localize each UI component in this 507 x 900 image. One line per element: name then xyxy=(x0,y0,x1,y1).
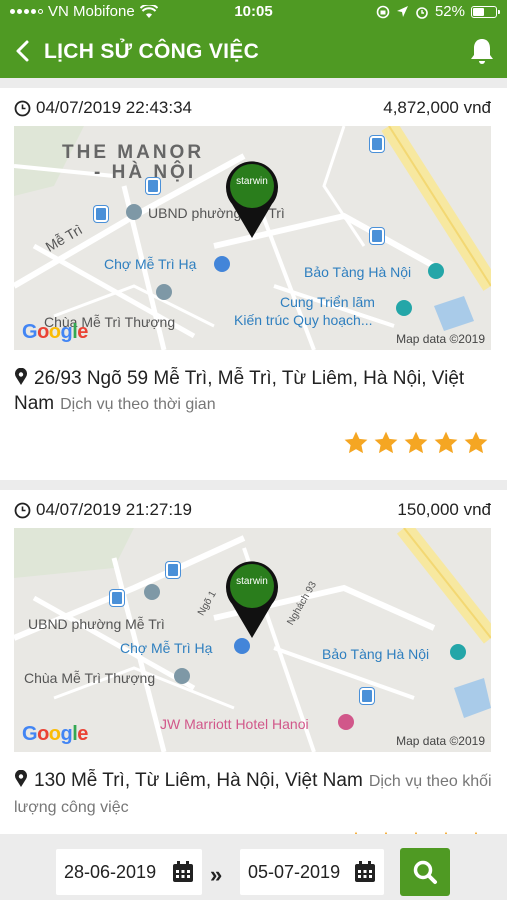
star-icon xyxy=(344,431,368,454)
from-date-field[interactable]: 28-06-2019 xyxy=(56,849,202,895)
alarm-icon xyxy=(416,6,428,19)
google-logo: Google xyxy=(22,321,88,343)
date-filter-bar: 28-06-2019 » 05-07-2019 xyxy=(0,834,507,900)
page-title: LỊCH SỬ CÔNG VIỆC xyxy=(44,40,260,63)
battery-icon xyxy=(471,5,500,18)
job-card-header: 04/07/2019 21:27:19 150,000 vnđ xyxy=(14,490,491,526)
location-pin-icon xyxy=(15,368,27,385)
location-marker-icon[interactable]: starwin xyxy=(222,158,282,240)
star-icon xyxy=(404,431,428,454)
battery-percent: 52% xyxy=(434,3,465,20)
bell-icon[interactable] xyxy=(467,36,497,66)
job-card[interactable]: 04/07/2019 22:43:34 4,872,000 vnđ THE MA… xyxy=(0,88,507,480)
to-date-field[interactable]: 05-07-2019 xyxy=(240,849,384,895)
status-right: 52% xyxy=(376,3,500,20)
bus-stop-icon xyxy=(370,228,384,244)
map-label: Cung Triển lãm xyxy=(280,294,375,310)
map-label: Bảo Tàng Hà Nội xyxy=(304,264,412,280)
map-attribution: Map data ©2019 xyxy=(396,332,485,346)
job-address: 26/93 Ngõ 59 Mễ Trì, Mễ Trì, Từ Liêm, Hà… xyxy=(14,366,493,417)
landmark-icon xyxy=(126,204,142,220)
shop-icon xyxy=(214,256,230,272)
exhibition-icon xyxy=(396,300,412,316)
map-label: Chùa Mễ Trì Thượng xyxy=(24,670,156,686)
range-separator: » xyxy=(210,862,223,887)
hotel-icon xyxy=(338,714,354,730)
temple-icon xyxy=(174,668,190,684)
job-price: 4,872,000 vnđ xyxy=(383,98,491,117)
search-button[interactable] xyxy=(400,848,450,896)
job-address: 130 Mễ Trì, Từ Liêm, Hà Nội, Việt Nam Dịc… xyxy=(14,768,493,820)
museum-icon xyxy=(450,644,466,660)
search-icon xyxy=(413,860,437,884)
landmark-icon xyxy=(144,584,160,600)
bus-stop-icon xyxy=(94,206,108,222)
museum-icon xyxy=(428,263,444,279)
app-header: LỊCH SỬ CÔNG VIỆC xyxy=(0,24,507,78)
map-label: Kiến trúc Quy hoạch... xyxy=(234,312,373,328)
job-datetime-text: 04/07/2019 22:43:34 xyxy=(36,98,192,117)
calendar-icon[interactable] xyxy=(354,861,376,883)
job-service-type: Dịch vụ theo thời gian xyxy=(60,396,216,413)
google-logo: Google xyxy=(22,723,88,745)
bus-stop-icon xyxy=(360,688,374,704)
bus-stop-icon xyxy=(370,136,384,152)
star-icon xyxy=(434,431,458,454)
bus-stop-icon xyxy=(110,590,124,606)
marker-label: starwin xyxy=(236,176,268,187)
job-address-text: 130 Mễ Trì, Từ Liêm, Hà Nội, Việt Nam xyxy=(34,770,363,791)
star-icon xyxy=(374,431,398,454)
bus-stop-icon xyxy=(166,562,180,578)
job-map[interactable]: THE MANOR - HÀ NỘI UBND phường Mễ Trì Mễ… xyxy=(14,126,491,350)
map-label: Bảo Tàng Hà Nội xyxy=(322,646,430,662)
star-icon xyxy=(464,431,488,454)
job-datetime: 04/07/2019 21:27:19 xyxy=(14,500,192,520)
calendar-icon[interactable] xyxy=(172,861,194,883)
screen-lock-icon xyxy=(376,5,390,18)
bus-stop-icon xyxy=(146,178,160,194)
map-label: JW Marriott Hotel Hanoi xyxy=(160,716,309,732)
job-card-header: 04/07/2019 22:43:34 4,872,000 vnđ xyxy=(14,88,491,124)
marker-label: starwin xyxy=(236,576,268,587)
map-label: Chợ Mễ Trì Hạ xyxy=(120,640,213,656)
status-bar: VN Mobifone 10:05 52% xyxy=(0,0,507,24)
job-map[interactable]: UBND phường Mễ Trì Chợ Mễ Trì Hạ Bảo Tàn… xyxy=(14,528,491,752)
rating-stars xyxy=(343,430,489,456)
location-arrow-icon xyxy=(396,6,408,17)
map-attribution: Map data ©2019 xyxy=(396,734,485,748)
job-card[interactable]: 04/07/2019 21:27:19 150,000 vnđ UBND phư… xyxy=(0,490,507,854)
clock-icon xyxy=(14,502,31,518)
shop-icon xyxy=(234,638,250,654)
job-datetime: 04/07/2019 22:43:34 xyxy=(14,98,192,118)
temple-icon xyxy=(156,284,172,300)
map-label: Chợ Mễ Trì Hạ xyxy=(104,256,197,272)
location-marker-icon[interactable]: starwin xyxy=(222,558,282,640)
job-price: 150,000 vnđ xyxy=(397,500,491,519)
from-date-value: 28-06-2019 xyxy=(64,862,157,882)
map-label: THE MANOR xyxy=(62,142,205,163)
location-pin-icon xyxy=(15,770,27,787)
to-date-value: 05-07-2019 xyxy=(248,862,341,882)
job-datetime-text: 04/07/2019 21:27:19 xyxy=(36,500,192,519)
map-label: UBND phường Mễ Trì xyxy=(28,616,165,632)
back-arrow-icon[interactable] xyxy=(8,35,40,67)
clock-icon xyxy=(14,100,31,116)
